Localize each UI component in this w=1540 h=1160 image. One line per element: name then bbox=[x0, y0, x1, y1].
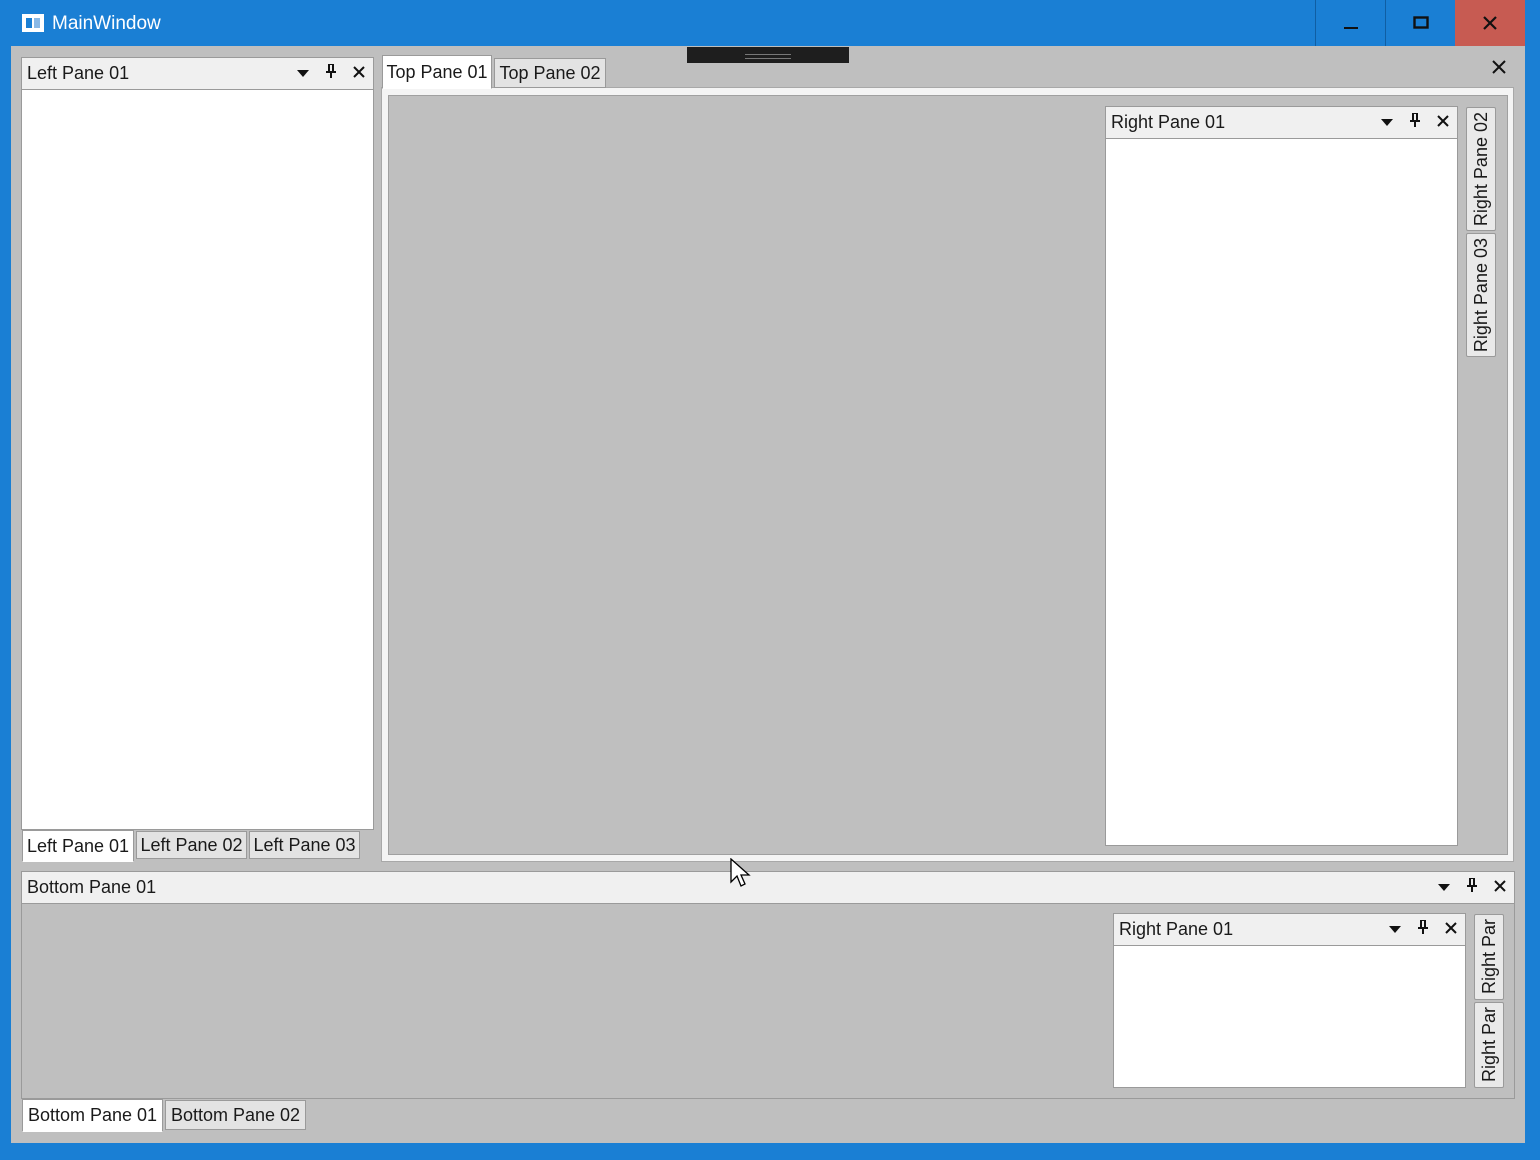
side-tab-right-pane-02[interactable]: Right Pane 02 bbox=[1466, 107, 1496, 231]
dropdown-arrow-icon[interactable] bbox=[1381, 921, 1409, 939]
side-tab-right-pane-b[interactable]: Right Par bbox=[1474, 1002, 1504, 1088]
minimize-button[interactable] bbox=[1315, 0, 1385, 46]
window-title: MainWindow bbox=[52, 13, 161, 34]
app-window-icon bbox=[22, 14, 44, 32]
tab-left-pane-02[interactable]: Left Pane 02 bbox=[136, 831, 247, 859]
side-tab-label: Right Pane 03 bbox=[1470, 237, 1491, 353]
top-right-pane-title: Right Pane 01 bbox=[1111, 112, 1226, 132]
side-tab-label: Right Pane 02 bbox=[1470, 111, 1491, 227]
pin-icon[interactable] bbox=[1409, 919, 1437, 940]
close-window-button[interactable] bbox=[1455, 0, 1525, 46]
tab-top-pane-02[interactable]: Top Pane 02 bbox=[494, 58, 606, 88]
close-icon[interactable] bbox=[1486, 879, 1514, 897]
tab-bottom-pane-02[interactable]: Bottom Pane 02 bbox=[165, 1100, 306, 1130]
title-bar[interactable]: MainWindow bbox=[0, 0, 1540, 46]
side-tab-right-pane-03[interactable]: Right Pane 03 bbox=[1466, 233, 1496, 357]
left-pane-title: Left Pane 01 bbox=[27, 63, 130, 83]
close-icon[interactable] bbox=[1429, 114, 1457, 132]
dropdown-arrow-icon[interactable] bbox=[289, 65, 317, 83]
close-icon[interactable] bbox=[1437, 921, 1465, 939]
left-pane: Left Pane 01 bbox=[21, 57, 374, 830]
tab-top-pane-01[interactable]: Top Pane 01 bbox=[382, 55, 492, 89]
maximize-icon bbox=[1412, 16, 1429, 29]
left-pane-header[interactable]: Left Pane 01 bbox=[22, 58, 373, 90]
pin-icon[interactable] bbox=[1458, 877, 1486, 898]
mouse-cursor-icon bbox=[730, 858, 751, 887]
bottom-right-pane-title: Right Pane 01 bbox=[1119, 919, 1234, 939]
pin-icon[interactable] bbox=[317, 63, 345, 84]
close-icon[interactable] bbox=[1492, 60, 1512, 82]
bottom-right-pane-header[interactable]: Right Pane 01 bbox=[1114, 914, 1465, 946]
close-icon[interactable] bbox=[345, 65, 373, 83]
side-tab-label: Right Par bbox=[1478, 919, 1499, 995]
tab-bottom-pane-01[interactable]: Bottom Pane 01 bbox=[22, 1099, 163, 1132]
maximize-button[interactable] bbox=[1385, 0, 1455, 46]
close-icon bbox=[1483, 16, 1497, 30]
tab-left-pane-01[interactable]: Left Pane 01 bbox=[22, 830, 134, 862]
side-tab-label: Right Par bbox=[1478, 1007, 1499, 1083]
bottom-right-pane: Right Pane 01 bbox=[1113, 913, 1466, 1088]
top-right-pane: Right Pane 01 bbox=[1105, 106, 1458, 846]
top-right-pane-header[interactable]: Right Pane 01 bbox=[1106, 107, 1457, 139]
bottom-pane-header[interactable]: Bottom Pane 01 bbox=[22, 872, 1514, 904]
tab-left-pane-03[interactable]: Left Pane 03 bbox=[249, 831, 360, 859]
main-window: MainWindow Left Pane 01 Left Pane 01 Lef bbox=[0, 0, 1540, 1160]
bottom-pane-title: Bottom Pane 01 bbox=[27, 877, 157, 897]
pin-icon[interactable] bbox=[1401, 112, 1429, 133]
dock-drag-handle[interactable] bbox=[687, 47, 849, 63]
dropdown-arrow-icon[interactable] bbox=[1373, 114, 1401, 132]
minimize-icon bbox=[1343, 27, 1358, 29]
side-tab-right-pane-a[interactable]: Right Par bbox=[1474, 914, 1504, 1000]
dropdown-arrow-icon[interactable] bbox=[1430, 879, 1458, 897]
